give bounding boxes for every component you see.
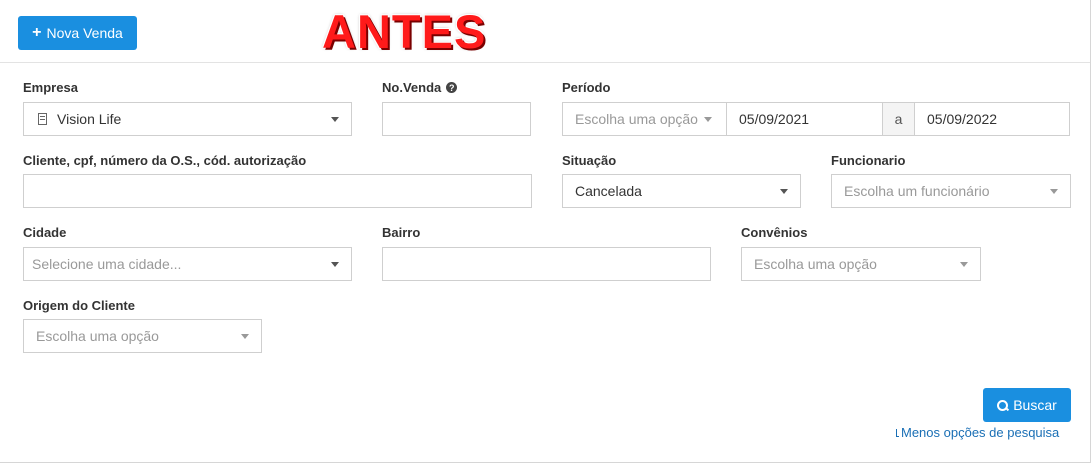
chevron-down-icon bbox=[960, 262, 968, 267]
top-toolbar bbox=[0, 0, 1090, 63]
chevron-down-icon bbox=[331, 262, 339, 267]
nova-venda-button[interactable]: + Nova Venda bbox=[18, 16, 137, 50]
chevron-down-icon bbox=[331, 117, 339, 122]
building-icon bbox=[38, 113, 47, 125]
menos-opcoes-label: Menos opções de pesquisa bbox=[901, 425, 1060, 440]
menos-opcoes-link[interactable]: Menos opções de pesquisa bbox=[896, 425, 1059, 440]
date-range-separator: a bbox=[882, 102, 915, 136]
cidade-label: Cidade bbox=[23, 225, 67, 240]
periodo-option-value: Escolha uma opção bbox=[575, 111, 698, 127]
funcionario-placeholder: Escolha um funcionário bbox=[844, 183, 990, 199]
funcionario-label: Funcionario bbox=[831, 153, 906, 168]
cliente-input[interactable] bbox=[23, 174, 532, 208]
chevron-down-icon bbox=[1050, 189, 1058, 194]
periodo-option-select[interactable]: Escolha uma opção bbox=[562, 102, 727, 136]
situacao-value: Cancelada bbox=[575, 183, 642, 199]
empresa-select[interactable]: Vision Life bbox=[23, 102, 352, 136]
chevron-down-icon bbox=[241, 334, 249, 339]
no-venda-input[interactable] bbox=[382, 102, 531, 136]
cidade-placeholder: Selecione uma cidade... bbox=[32, 256, 182, 272]
no-venda-label-wrap: No.Venda ? bbox=[382, 80, 458, 95]
chevron-down-icon bbox=[780, 189, 788, 194]
empresa-label: Empresa bbox=[23, 80, 78, 95]
date-from-value: 05/09/2021 bbox=[739, 111, 810, 127]
date-from-input[interactable]: 05/09/2021 bbox=[726, 102, 883, 136]
antes-annotation: ANTES bbox=[322, 5, 487, 58]
minus-sign-icon bbox=[896, 428, 899, 437]
buscar-button[interactable]: Buscar bbox=[983, 388, 1071, 422]
convenios-placeholder: Escolha uma opção bbox=[754, 256, 877, 272]
convenios-select[interactable]: Escolha uma opção bbox=[741, 247, 981, 281]
convenios-label: Convênios bbox=[741, 225, 808, 240]
search-panel bbox=[0, 0, 1091, 463]
situacao-label: Situação bbox=[562, 153, 617, 168]
situacao-select[interactable]: Cancelada bbox=[562, 174, 801, 208]
empresa-value: Vision Life bbox=[57, 111, 122, 127]
bairro-input[interactable] bbox=[382, 247, 711, 281]
search-icon bbox=[997, 399, 1010, 411]
date-to-value: 05/09/2022 bbox=[927, 111, 998, 127]
cliente-label: Cliente, cpf, número da O.S., cód. autor… bbox=[23, 153, 307, 168]
buscar-label: Buscar bbox=[1013, 397, 1057, 413]
origem-label: Origem do Cliente bbox=[23, 298, 135, 313]
origem-placeholder: Escolha uma opção bbox=[36, 328, 159, 344]
plus-icon: + bbox=[32, 24, 42, 41]
periodo-label: Período bbox=[562, 80, 611, 95]
funcionario-select[interactable]: Escolha um funcionário bbox=[831, 174, 1071, 208]
bairro-label: Bairro bbox=[382, 225, 421, 240]
cidade-select[interactable]: Selecione uma cidade... bbox=[23, 247, 352, 281]
help-icon[interactable]: ? bbox=[446, 82, 458, 93]
origem-select[interactable]: Escolha uma opção bbox=[23, 319, 262, 353]
nova-venda-label: Nova Venda bbox=[46, 25, 123, 41]
no-venda-label: No.Venda bbox=[382, 80, 442, 95]
chevron-down-icon bbox=[704, 117, 712, 122]
date-to-input[interactable]: 05/09/2022 bbox=[914, 102, 1070, 136]
